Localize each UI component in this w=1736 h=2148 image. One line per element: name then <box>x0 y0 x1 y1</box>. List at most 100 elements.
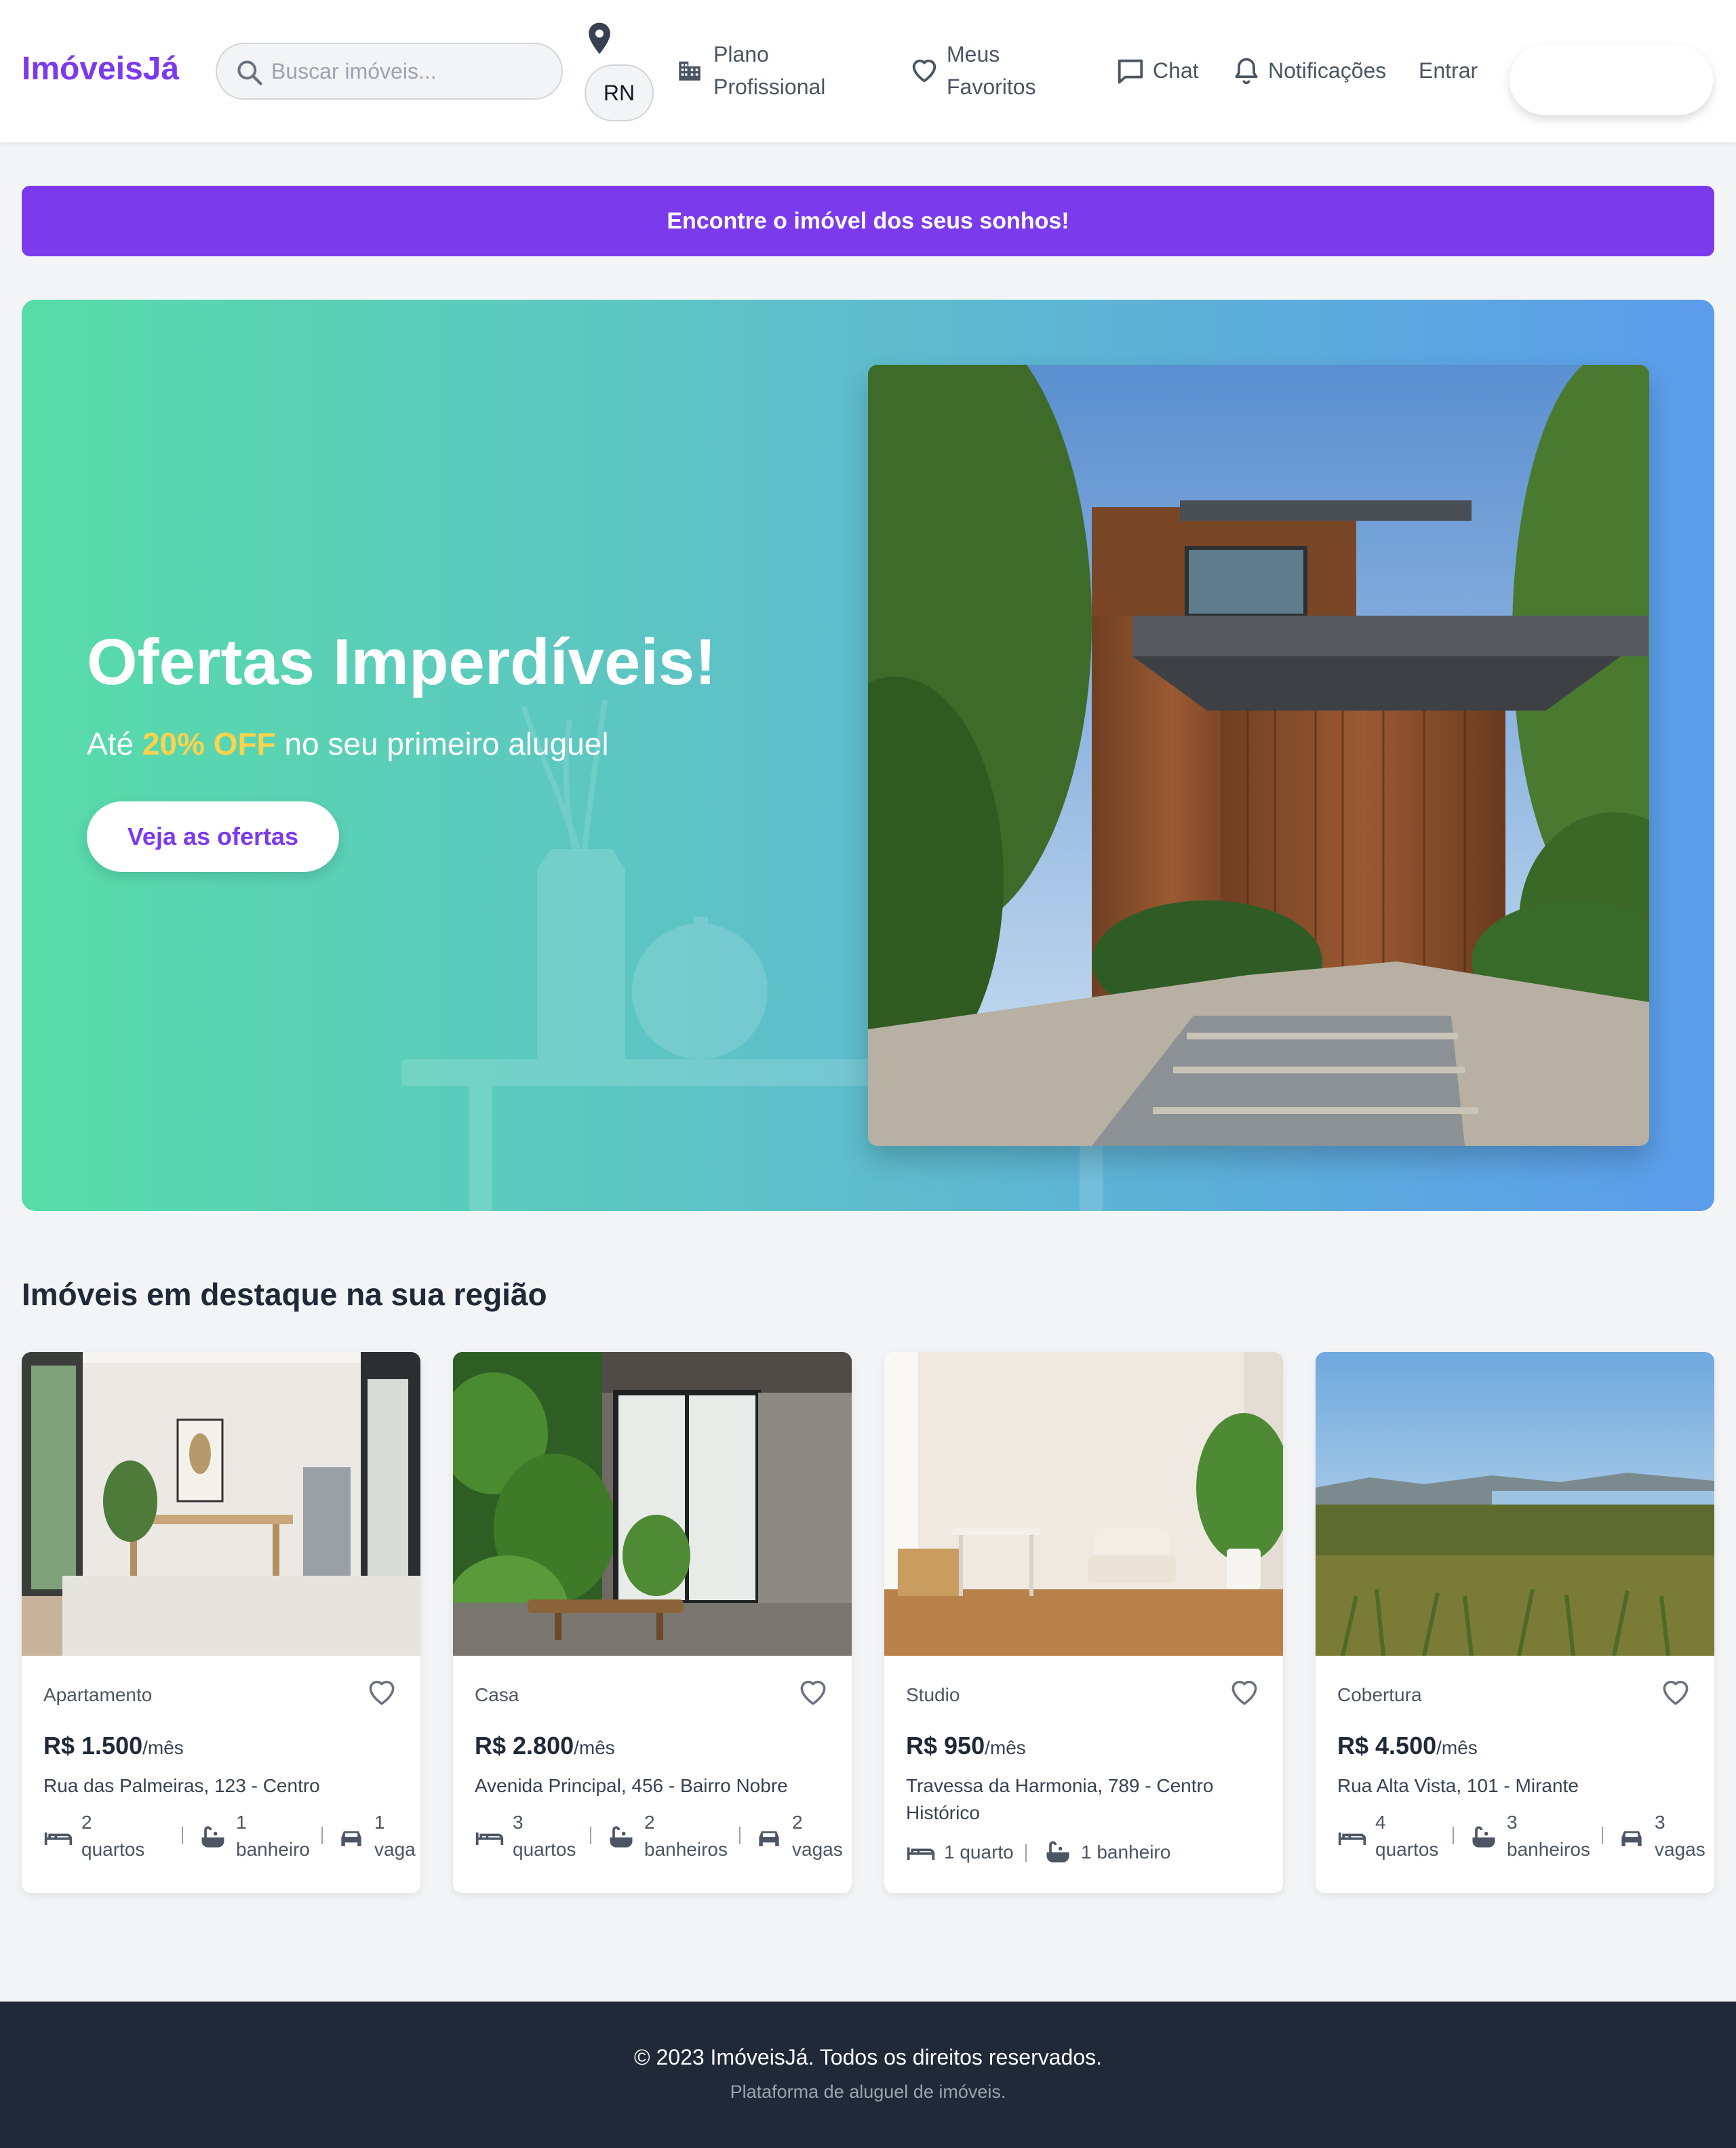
listing-photo <box>884 1352 1283 1656</box>
view-offers-button[interactable]: Veja as ofertas <box>87 801 339 872</box>
bedrooms-label: quartos <box>513 1839 576 1860</box>
nav-plano-line1: Plano <box>713 42 769 66</box>
location-pin-icon[interactable] <box>586 22 613 56</box>
listing-address: Travessa da Harmonia, 789 - Centro Histó… <box>906 1775 1214 1823</box>
bedrooms-count: 4 <box>1375 1812 1386 1833</box>
featured-section-title: Imóveis em destaque na sua região <box>22 1277 547 1312</box>
listing-bedrooms: 4 quartos <box>1337 1809 1453 1863</box>
bedrooms-count: 3 <box>513 1812 524 1833</box>
bathrooms-label: banheiros <box>1507 1839 1590 1860</box>
bathtub-icon <box>201 1826 224 1848</box>
listing-card[interactable]: Casa R$ 2.800/mês Avenida Principal, 456… <box>453 1352 852 1893</box>
bathrooms-count: 2 <box>644 1812 655 1833</box>
feature-separator <box>739 1827 741 1844</box>
bedrooms-count: 2 <box>81 1812 92 1833</box>
listing-price: R$ 1.500/mês <box>43 1732 184 1760</box>
location-state-selector[interactable]: RN <box>585 64 654 121</box>
bathrooms-count: 3 <box>1507 1812 1518 1833</box>
listing-price: R$ 4.500/mês <box>1337 1732 1478 1760</box>
listing-parking: 2 vagas <box>754 1809 849 1863</box>
feature-separator <box>1602 1827 1603 1844</box>
bathtub-icon <box>1046 1841 1069 1863</box>
feature-separator <box>590 1827 591 1844</box>
nav-favoritos-line2: Favoritos <box>947 75 1036 99</box>
brand-logo[interactable]: ImóveisJá <box>22 50 179 87</box>
listing-type: Casa <box>475 1684 519 1705</box>
heart-icon[interactable] <box>365 1675 399 1709</box>
footer-copyright: © 2023 ImóveisJá. Todos os direitos rese… <box>634 2045 1102 2069</box>
car-icon <box>1621 1831 1642 1846</box>
promo-banner: Encontre o imóvel dos seus sonhos! <box>22 186 1714 256</box>
bed-icon <box>44 1832 73 1845</box>
bell-icon <box>1235 58 1258 85</box>
bathrooms-text: 1 banheiro <box>1081 1842 1171 1863</box>
search-input[interactable] <box>271 54 549 89</box>
car-icon <box>759 1831 779 1846</box>
bathrooms-label: banheiro <box>236 1839 310 1860</box>
listing-price: R$ 2.800/mês <box>475 1732 615 1760</box>
top-navbar: ImóveisJá RN Plano Profissional <box>0 0 1736 142</box>
hero-subtitle-prefix: Até <box>87 726 142 761</box>
listing-parking: 3 vagas <box>1617 1809 1712 1863</box>
listing-price-unit: /mês <box>142 1737 184 1758</box>
listing-bedrooms: 1 quarto <box>906 1837 1021 1867</box>
listing-bathrooms: 2 banheiros <box>606 1809 735 1863</box>
hero-banner: Ofertas Imperdíveis! Até 20% OFF no seu … <box>22 300 1714 1211</box>
bathtub-icon <box>1472 1826 1495 1848</box>
bathtub-icon <box>610 1826 633 1848</box>
site-footer: © 2023 ImóveisJá. Todos os direitos rese… <box>0 2002 1736 2148</box>
bathrooms-count: 1 <box>236 1812 247 1833</box>
listing-bathrooms: 1 banheiro <box>1043 1837 1192 1867</box>
parking-label: vaga <box>374 1839 416 1860</box>
listing-card[interactable]: Studio R$ 950/mês Travessa da Harmonia, … <box>884 1352 1283 1893</box>
parking-label: vagas <box>792 1839 843 1860</box>
listing-photo <box>1316 1352 1714 1656</box>
listing-price-value: R$ 950 <box>906 1732 985 1759</box>
heart-icon[interactable] <box>1227 1675 1261 1709</box>
nav-plano-line2: Profissional <box>713 75 826 99</box>
bedrooms-label: quartos <box>1375 1839 1439 1860</box>
bathrooms-label: banheiros <box>644 1839 728 1860</box>
listing-card[interactable]: Apartamento R$ 1.500/mês Rua das Palmeir… <box>22 1352 420 1893</box>
bedrooms-label: quartos <box>81 1839 145 1860</box>
hero-subtitle-suffix: no seu primeiro aluguel <box>275 726 609 761</box>
car-icon <box>341 1831 361 1846</box>
search-bar[interactable] <box>216 43 563 100</box>
listing-type: Cobertura <box>1337 1684 1422 1705</box>
hero-house-photo <box>868 365 1649 1146</box>
hero-discount-highlight: 20% OFF <box>142 726 276 761</box>
parking-count: 3 <box>1655 1812 1665 1833</box>
bed-icon <box>907 1847 935 1860</box>
listing-price-unit: /mês <box>574 1737 615 1758</box>
listing-bedrooms: 3 quartos <box>475 1809 590 1863</box>
bedrooms-text: 1 quarto <box>944 1842 1014 1863</box>
heart-icon <box>912 59 936 83</box>
listing-price-value: R$ 4.500 <box>1337 1732 1437 1759</box>
parking-count: 1 <box>374 1812 385 1833</box>
listing-price-value: R$ 1.500 <box>43 1732 143 1759</box>
nav-entrar-link[interactable]: Entrar <box>1419 54 1478 87</box>
listing-address: Avenida Principal, 456 - Bairro Nobre <box>475 1775 788 1796</box>
heart-icon[interactable] <box>1659 1675 1693 1709</box>
listing-bathrooms: 1 banheiro <box>198 1809 313 1863</box>
heart-icon[interactable] <box>796 1675 830 1709</box>
nav-favoritos-line1: Meus <box>947 42 1000 66</box>
chat-icon <box>1118 59 1143 84</box>
listing-price-unit: /mês <box>1436 1737 1478 1758</box>
listing-type: Studio <box>906 1684 960 1705</box>
hero-title: Ofertas Imperdíveis! <box>87 626 717 698</box>
header-action-button[interactable] <box>1510 45 1713 115</box>
listing-type: Apartamento <box>43 1684 153 1705</box>
bed-icon <box>1338 1832 1366 1845</box>
hero-subtitle: Até 20% OFF no seu primeiro aluguel <box>87 725 609 762</box>
listing-address: Rua Alta Vista, 101 - Mirante <box>1337 1775 1579 1796</box>
listing-price: R$ 950/mês <box>906 1732 1026 1760</box>
listing-card[interactable]: Cobertura R$ 4.500/mês Rua Alta Vista, 1… <box>1316 1352 1714 1893</box>
listing-bathrooms: 3 banheiros <box>1469 1809 1598 1863</box>
footer-tagline: Plataforma de aluguel de imóveis. <box>730 2082 1006 2102</box>
building-icon <box>679 61 701 81</box>
parking-count: 2 <box>792 1812 803 1833</box>
bed-icon <box>475 1832 504 1845</box>
listing-photo <box>453 1352 852 1656</box>
feature-separator <box>321 1827 323 1844</box>
